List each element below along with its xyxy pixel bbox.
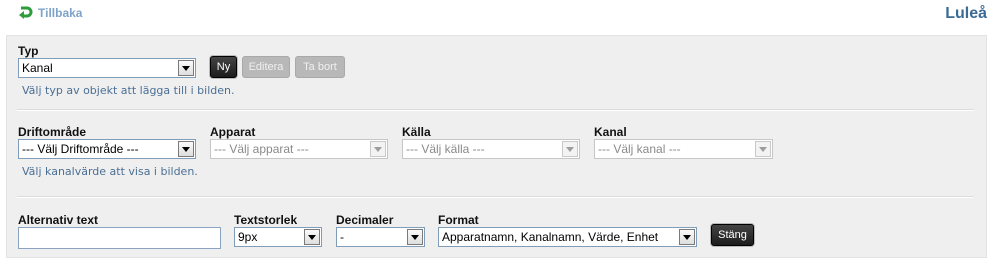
site-name: Luleå — [945, 5, 987, 22]
chevron-down-icon[interactable] — [178, 141, 194, 157]
channel-hint: Välj kanalvärde att visa i bilden. — [22, 165, 198, 178]
type-label: Typ — [18, 44, 39, 58]
area-select[interactable]: --- Välj Driftområde --- — [18, 139, 196, 159]
editor-panel: Typ Kanal Ny Editera Ta bort Välj typ av… — [6, 35, 987, 258]
new-button[interactable]: Ny — [210, 56, 237, 78]
chevron-down-icon[interactable] — [370, 141, 386, 157]
chevron-down-icon[interactable] — [407, 229, 423, 245]
type-select-value: Kanal — [22, 61, 53, 75]
text-size-select[interactable]: 9px — [234, 227, 322, 247]
top-bar: Tillbaka Luleå — [0, 0, 997, 32]
close-button[interactable]: Stäng — [711, 224, 754, 246]
chevron-down-icon[interactable] — [755, 141, 771, 157]
chevron-down-icon[interactable] — [562, 141, 578, 157]
format-select[interactable]: Apparatnamn, Kanalnamn, Värde, Enhet — [438, 227, 697, 247]
back-arrow-icon — [18, 6, 33, 20]
source-label: Källa — [402, 125, 431, 139]
back-link[interactable]: Tillbaka — [18, 6, 82, 20]
format-value: Apparatnamn, Kanalnamn, Värde, Enhet — [442, 230, 659, 244]
area-label: Driftområde — [18, 125, 87, 139]
edit-button[interactable]: Editera — [242, 56, 290, 78]
decimals-label: Decimaler — [336, 213, 394, 227]
area-select-value: --- Välj Driftområde --- — [22, 142, 139, 156]
channel-select-value: --- Välj kanal --- — [598, 142, 681, 156]
text-size-label: Textstorlek — [234, 213, 298, 227]
back-label[interactable]: Tillbaka — [38, 6, 82, 20]
source-select-value: --- Välj källa --- — [406, 142, 485, 156]
chevron-down-icon[interactable] — [178, 60, 194, 76]
source-select[interactable]: --- Välj källa --- — [402, 139, 580, 159]
format-label: Format — [438, 213, 479, 227]
channel-label: Kanal — [594, 125, 627, 139]
type-select[interactable]: Kanal — [18, 58, 196, 78]
delete-button[interactable]: Ta bort — [295, 56, 345, 78]
device-select-value: --- Välj apparat --- — [214, 142, 309, 156]
device-select[interactable]: --- Välj apparat --- — [210, 139, 388, 159]
divider — [17, 196, 974, 198]
divider — [17, 109, 974, 111]
decimals-value: - — [340, 230, 344, 244]
type-hint: Välj typ av objekt att lägga till i bild… — [22, 84, 235, 97]
device-label: Apparat — [210, 125, 256, 139]
alt-text-input[interactable] — [18, 227, 221, 249]
alt-text-label: Alternativ text — [18, 213, 99, 227]
channel-select[interactable]: --- Välj kanal --- — [594, 139, 773, 159]
chevron-down-icon[interactable] — [679, 229, 695, 245]
text-size-value: 9px — [238, 230, 258, 244]
chevron-down-icon[interactable] — [304, 229, 320, 245]
decimals-select[interactable]: - — [336, 227, 425, 247]
